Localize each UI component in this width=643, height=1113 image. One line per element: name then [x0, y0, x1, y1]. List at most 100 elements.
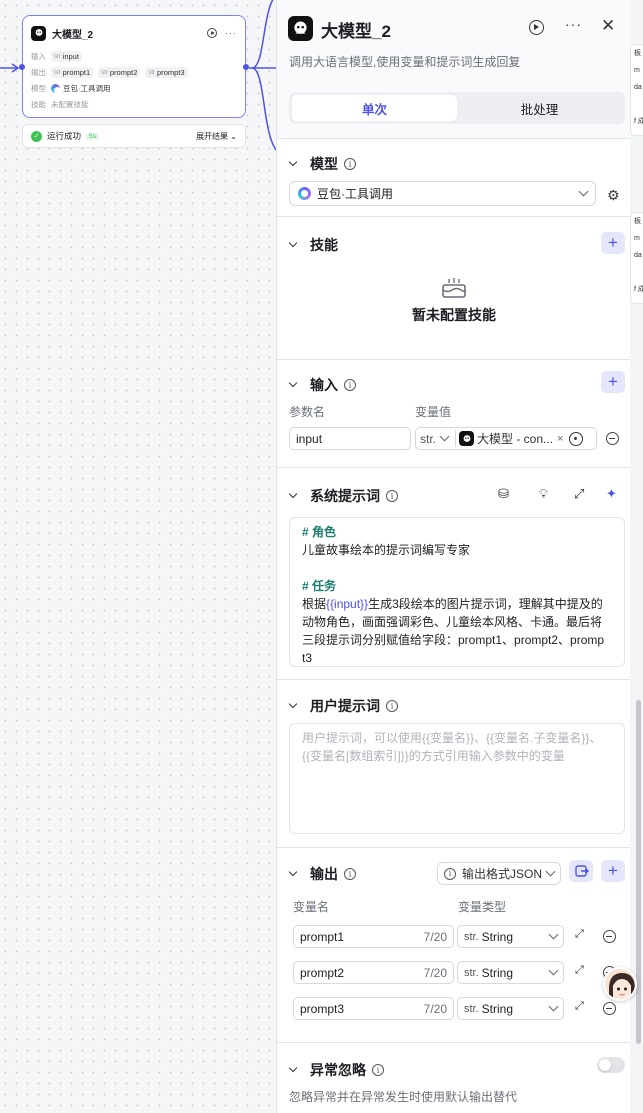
info-icon[interactable]: i	[344, 379, 356, 391]
system-prompt-editor[interactable]: # 角色 儿童故事绘本的提示词编写专家 # 任务 根据{{input}}生成3段…	[289, 517, 625, 667]
variable-picker-icon[interactable]	[569, 431, 584, 446]
model-section-title: 模型	[310, 156, 338, 172]
add-output-button[interactable]: +	[601, 860, 625, 882]
node-more-icon[interactable]: ···	[225, 28, 237, 38]
info-icon[interactable]: i	[386, 490, 398, 502]
info-icon[interactable]: i	[344, 158, 356, 170]
output-port[interactable]	[243, 64, 249, 70]
remove-input-icon[interactable]	[606, 432, 619, 445]
expand-result-button[interactable]: 展开结果 ⌄	[196, 131, 237, 142]
ghost-line: 板	[634, 218, 641, 225]
user-prompt-header[interactable]: 用户提示词 i	[289, 696, 398, 716]
ghost-line: 板	[634, 50, 641, 57]
chevron-down-icon	[548, 965, 559, 976]
panel-scrollbar[interactable]	[636, 700, 641, 1044]
model-section: 模型 i 豆包·工具调用 ⚙	[277, 138, 630, 216]
remove-output-icon[interactable]	[603, 1002, 616, 1015]
prompt-library-icon[interactable]: ⛁	[498, 486, 509, 502]
assistant-avatar[interactable]	[603, 967, 637, 1001]
expand-icon[interactable]: ⤢	[575, 964, 584, 977]
more-options-icon[interactable]: ···	[565, 16, 582, 32]
lightbulb-icon[interactable]: 💡︎	[539, 486, 548, 502]
info-icon[interactable]: i	[386, 700, 398, 712]
workflow-canvas[interactable]: 大模型_2 ··· 输入 str input 输出 str prompt1 str p…	[0, 0, 276, 1113]
output-section: 输出 i i 输出格式JSON + 变量名 变量类型 prompt1 7/20 …	[277, 847, 630, 1042]
prompt-text-fragment: 生成3段绘本的图片提示词，理解其中提及的	[368, 597, 603, 611]
empty-skill-state: 暂未配置技能	[277, 277, 630, 325]
output-name-value: prompt1	[300, 929, 345, 944]
output-name-input[interactable]: prompt1 7/20	[293, 925, 454, 948]
empty-box-icon	[441, 277, 467, 299]
ghost-line: m	[634, 235, 640, 242]
exception-toggle[interactable]	[597, 1057, 625, 1073]
output-section-header[interactable]: 输出 i	[289, 864, 356, 884]
char-counter: 7/20	[423, 929, 447, 944]
model-select[interactable]: 豆包·工具调用	[289, 181, 596, 206]
ai-optimize-icon[interactable]: ✦	[606, 486, 617, 502]
run-mode-tabs: 单次 批处理	[289, 92, 625, 124]
skill-section-header[interactable]: 技能	[289, 235, 338, 255]
param-name-input[interactable]: input	[289, 427, 411, 450]
model-selected-value: 豆包·工具调用	[317, 187, 393, 201]
chevron-down-icon	[548, 1001, 559, 1012]
run-node-icon[interactable]	[529, 20, 544, 35]
chip-name: prompt3	[157, 68, 185, 77]
output-type-select[interactable]: str. String	[457, 997, 564, 1020]
variable-ref-chip[interactable]: 大模型 - con... ×	[455, 430, 563, 447]
user-prompt-editor[interactable]: 用户提示词，可以使用{{变量名}}、{{变量名.子变量名}}、 {{变量名[数组…	[289, 723, 625, 834]
system-prompt-title: 系统提示词	[310, 488, 380, 504]
add-skill-button[interactable]: +	[601, 232, 625, 254]
export-schema-button[interactable]	[569, 860, 593, 882]
remove-ref-icon[interactable]: ×	[557, 433, 563, 445]
expand-icon[interactable]: ⤢	[575, 928, 584, 941]
llm-node-card[interactable]: 大模型_2 ··· 输入 str input 输出 str prompt1 str p…	[19, 15, 249, 118]
input-section-header[interactable]: 输入 i	[289, 375, 356, 395]
doubao-logo-icon	[298, 187, 311, 200]
background-node[interactable]: 板 m da f 成	[630, 44, 643, 136]
char-counter: 7/20	[423, 1001, 447, 1016]
user-prompt-placeholder: 用户提示词，可以使用{{变量名}}、{{变量名.子变量名}}、	[302, 731, 602, 745]
output-format-select[interactable]: i 输出格式JSON	[437, 862, 561, 885]
expand-icon[interactable]: ⤢	[575, 1000, 584, 1013]
panel-description[interactable]: 调用大语言模型,使用变量和提示词生成回复	[289, 53, 520, 70]
output-type-value: String	[481, 929, 514, 944]
prompt-text-line: 儿童故事绘本的提示词编写专家	[302, 543, 471, 557]
output-name-value: prompt3	[300, 1001, 345, 1016]
type-tag: str.	[464, 1002, 479, 1015]
chip-name: prompt2	[109, 68, 138, 77]
exception-description: 忽略异常并在异常发生时使用默认输出替代	[289, 1090, 518, 1104]
output-type-select[interactable]: str. String	[457, 961, 564, 984]
output-name-input[interactable]: prompt3 7/20	[293, 997, 454, 1020]
type-tag: str.	[464, 966, 479, 979]
info-icon[interactable]: i	[344, 868, 356, 880]
exception-section-header[interactable]: 异常忽略 i	[289, 1060, 384, 1080]
panel-title[interactable]: 大模型_2	[321, 17, 391, 42]
remove-output-icon[interactable]	[603, 930, 616, 943]
input-port[interactable]	[19, 64, 25, 70]
output-name-input[interactable]: prompt2 7/20	[293, 961, 454, 984]
ghost-line	[631, 96, 643, 113]
output-type-select[interactable]: str. String	[457, 925, 564, 948]
node-output-label: 输出	[31, 68, 46, 77]
param-value-field[interactable]: str. 大模型 - con... ×	[415, 427, 597, 450]
model-section-header[interactable]: 模型 i	[289, 154, 356, 174]
expand-icon[interactable]: ⤢	[574, 486, 584, 502]
user-prompt-placeholder: {{变量名[数组索引]}}的方式引用输入参数中的变量	[302, 749, 565, 763]
output-format-value: 输出格式JSON	[462, 867, 543, 881]
gear-icon[interactable]: ⚙	[607, 187, 620, 204]
ghost-line: da	[634, 84, 642, 91]
system-prompt-header[interactable]: 系统提示词 i	[289, 486, 398, 506]
chevron-down-icon[interactable]	[439, 431, 450, 442]
close-icon[interactable]: ✕	[601, 16, 615, 36]
tab-batch[interactable]: 批处理	[457, 95, 622, 121]
doubao-logo-icon	[51, 84, 61, 94]
param-name-value: input	[296, 431, 323, 446]
prompt-text-line: 根据{{input}}生成3段绘本的图片提示词，理解其中提及的	[302, 595, 612, 613]
add-input-button[interactable]: +	[601, 371, 625, 393]
prompt-text-line: 三段提示词分别赋值给字段：prompt1、prompt2、promp	[302, 633, 605, 647]
node-run-icon[interactable]	[207, 28, 217, 38]
input-section-title: 输入	[310, 377, 338, 393]
tab-single[interactable]: 单次	[292, 95, 457, 121]
info-icon[interactable]: i	[372, 1064, 384, 1076]
background-node[interactable]: 板 m da f 成	[630, 212, 643, 304]
